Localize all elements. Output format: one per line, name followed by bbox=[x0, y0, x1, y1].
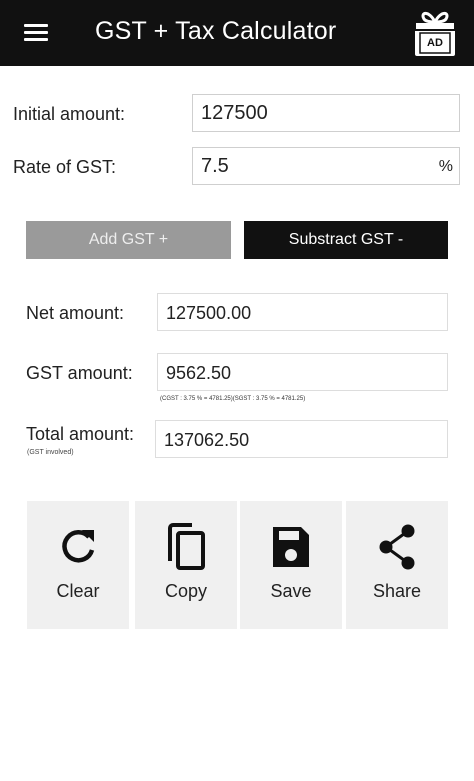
net-amount-value: 127500.00 bbox=[157, 293, 448, 331]
total-amount-value: 137062.50 bbox=[155, 420, 448, 458]
add-gst-button[interactable]: Add GST + bbox=[26, 221, 231, 259]
refresh-icon bbox=[62, 530, 95, 563]
percent-suffix: % bbox=[438, 158, 453, 175]
total-amount-sublabel: (GST involved) bbox=[27, 449, 74, 456]
share-label: Share bbox=[372, 581, 422, 601]
save-label: Save bbox=[270, 581, 312, 601]
ad-label: AD bbox=[427, 37, 443, 49]
copy-icon bbox=[168, 523, 205, 570]
save-floppy-icon bbox=[273, 527, 309, 567]
clear-button[interactable]: Clear bbox=[27, 501, 129, 629]
gift-ad-button[interactable]: AD bbox=[412, 6, 458, 58]
initial-amount-input[interactable] bbox=[193, 95, 459, 131]
clear-label: Clear bbox=[56, 581, 100, 601]
app-title: GST + Tax Calculator bbox=[95, 17, 337, 45]
initial-amount-label: Initial amount: bbox=[13, 104, 126, 124]
copy-button[interactable]: Copy bbox=[135, 501, 237, 629]
share-button[interactable]: Share bbox=[346, 501, 448, 629]
subtract-gst-button[interactable]: Substract GST - bbox=[244, 221, 448, 259]
app-bar: GST + Tax Calculator AD bbox=[0, 0, 474, 66]
save-button[interactable]: Save bbox=[240, 501, 342, 629]
net-amount-label: Net amount: bbox=[26, 303, 125, 323]
rate-input[interactable] bbox=[193, 148, 459, 184]
rate-label: Rate of GST: bbox=[13, 157, 117, 177]
gift-ad-icon bbox=[414, 11, 456, 56]
gst-amount-value: 9562.50 bbox=[157, 353, 448, 391]
copy-label: Copy bbox=[164, 581, 208, 601]
gst-amount-label: GST amount: bbox=[26, 363, 133, 383]
total-amount-label: Total amount: bbox=[26, 424, 135, 444]
rate-field[interactable]: % bbox=[192, 147, 460, 185]
share-icon bbox=[379, 524, 415, 570]
gst-breakdown-text: (CGST : 3.75 % = 4781.25)(SGST : 3.75 % … bbox=[160, 396, 306, 402]
hamburger-menu-icon[interactable] bbox=[20, 19, 52, 47]
initial-amount-field[interactable] bbox=[192, 94, 460, 132]
